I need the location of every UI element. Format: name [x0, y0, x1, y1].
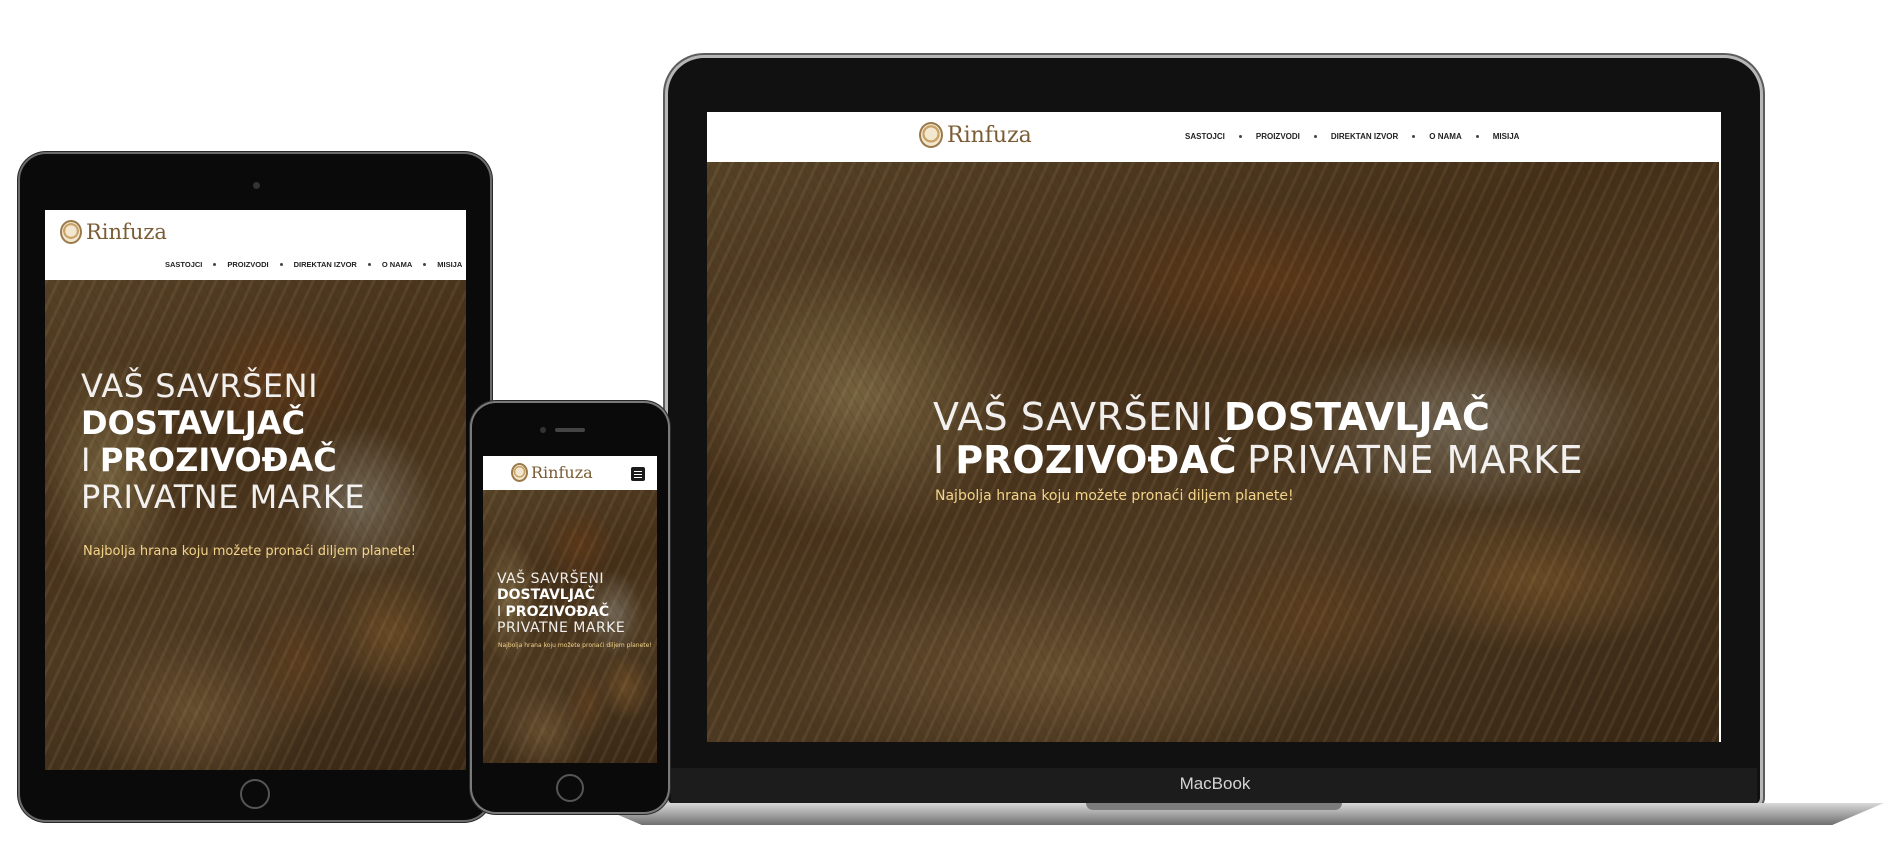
hero-thin-text: VAŠ SAVRŠENI: [933, 395, 1214, 439]
hero-separator: I: [933, 438, 945, 482]
device-mockup-stage: Rinfuza SASTOJCI PROIZVODI DIREKTAN IZVO…: [0, 0, 1900, 853]
nav-separator: [279, 263, 283, 266]
phone-speaker: [555, 428, 585, 432]
nav-item-sastojci[interactable]: SASTOJCI: [165, 260, 202, 269]
site-header: Rinfuza: [483, 456, 657, 490]
nav-item-o-nama[interactable]: O NAMA: [1429, 132, 1461, 141]
nav-item-direktan-izvor[interactable]: DIREKTAN IZVOR: [294, 260, 357, 269]
nav-item-sastojci[interactable]: SASTOJCI: [1185, 132, 1225, 141]
laptop-screen: Rinfuza SASTOJCI PROIZVODI DIREKTAN IZVO…: [707, 112, 1721, 742]
nav-item-misija[interactable]: MISIJA: [1493, 132, 1520, 141]
hero-bold-text: DOSTAVLJAČ: [497, 587, 596, 603]
tablet-home-button: [240, 779, 270, 809]
logo-text: Rinfuza: [86, 220, 167, 244]
nav-item-o-nama[interactable]: O NAMA: [382, 260, 412, 269]
hero-bold-text: DOSTAVLJAČ: [81, 404, 306, 442]
logo[interactable]: Rinfuza: [511, 463, 593, 482]
tablet-screen: Rinfuza SASTOJCI PROIZVODI DIREKTAN IZVO…: [45, 210, 466, 770]
tablet-camera: [253, 182, 260, 189]
nav-item-direktan-izvor[interactable]: DIREKTAN IZVOR: [1331, 132, 1398, 141]
hero-thin-text: VAŠ SAVRŠENI: [497, 571, 605, 587]
hero-banner: VAŠ SAVRŠENI DOSTAVLJAČ I PROZIVOĐAČ PRI…: [483, 490, 657, 763]
laptop-notch: [1086, 803, 1342, 810]
wheat-logo-icon: [60, 220, 82, 244]
nav-separator: [1238, 135, 1242, 138]
nav-item-proizvodi[interactable]: PROIZVODI: [227, 260, 268, 269]
logo-text: Rinfuza: [531, 463, 593, 482]
hero-banner: VAŠ SAVRŠENI DOSTAVLJAČ I PROZIVOĐAČ PRI…: [707, 162, 1719, 742]
logo-text: Rinfuza: [947, 122, 1032, 148]
hero-heading: VAŠ SAVRŠENI DOSTAVLJAČ I PROZIVOĐAČ PRI…: [933, 396, 1583, 482]
hero-subtitle: Najbolja hrana koju možete pronaći dilje…: [83, 544, 417, 559]
hero-bold-text: PROZIVOĐAČ: [99, 441, 337, 479]
site-header: Rinfuza SASTOJCI PROIZVODI DIREKTAN IZVO…: [707, 112, 1721, 162]
nav-item-proizvodi[interactable]: PROIZVODI: [1256, 132, 1300, 141]
nav-separator: [213, 263, 217, 266]
hero-banner: VAŠ SAVRŠENI DOSTAVLJAČ I PROZIVOĐAČ PRI…: [45, 280, 466, 770]
logo[interactable]: Rinfuza: [60, 220, 167, 244]
main-nav: SASTOJCI PROIZVODI DIREKTAN IZVOR O NAMA…: [165, 260, 462, 269]
nav-separator: [1475, 135, 1479, 138]
hamburger-menu-icon[interactable]: [631, 467, 645, 481]
hero-bold-text: DOSTAVLJAČ: [1223, 395, 1490, 439]
site-header: Rinfuza SASTOJCI PROIZVODI DIREKTAN IZVO…: [45, 210, 466, 280]
phone-camera: [540, 427, 546, 433]
laptop-brand-label: MacBook: [1179, 774, 1251, 793]
wheat-logo-icon: [511, 463, 528, 482]
nav-item-misija[interactable]: MISIJA: [437, 260, 462, 269]
nav-separator: [1412, 135, 1416, 138]
wheat-logo-icon: [919, 122, 943, 148]
hero-thin-text: PRIVATNE MARKE: [1247, 438, 1584, 482]
hero-thin-text: PRIVATNE MARKE: [81, 478, 366, 516]
hero-thin-text: VAŠ SAVRŠENI: [81, 367, 318, 405]
hero-bold-text: PROZIVOĐAČ: [505, 604, 610, 620]
phone-home-button: [556, 774, 584, 802]
hero-thin-text: PRIVATNE MARKE: [497, 620, 626, 636]
nav-separator: [367, 263, 371, 266]
hero-subtitle: Najbolja hrana koju možete pronaći dilje…: [935, 488, 1294, 504]
hero-heading: VAŠ SAVRŠENI DOSTAVLJAČ I PROZIVOĐAČ PRI…: [497, 571, 625, 636]
hero-separator: I: [81, 441, 91, 479]
phone-screen: Rinfuza VAŠ SAVRŠENI DOSTAVLJAČ I PROZIV…: [483, 456, 657, 763]
nav-separator: [423, 263, 427, 266]
logo[interactable]: Rinfuza: [919, 122, 1032, 148]
hero-bold-text: PROZIVOĐAČ: [955, 438, 1237, 482]
hero-subtitle: Najbolja hrana koju možete pronaći dilje…: [498, 642, 652, 649]
hero-heading: VAŠ SAVRŠENI DOSTAVLJAČ I PROZIVOĐAČ PRI…: [81, 368, 365, 516]
hero-separator: I: [497, 604, 502, 620]
nav-separator: [1313, 135, 1317, 138]
main-nav: SASTOJCI PROIZVODI DIREKTAN IZVOR O NAMA…: [1185, 132, 1519, 141]
